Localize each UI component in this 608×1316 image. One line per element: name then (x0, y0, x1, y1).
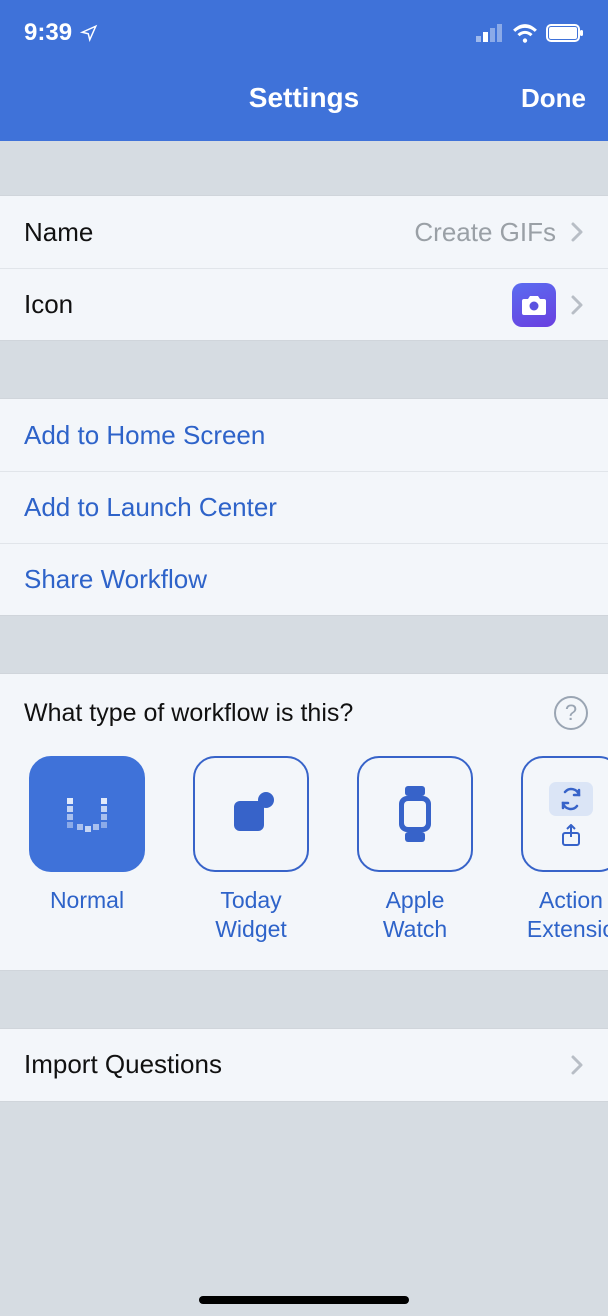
help-icon[interactable]: ? (554, 696, 588, 730)
header: 9:39 Settings Done (0, 0, 608, 141)
tile-normal (29, 756, 145, 872)
apple-watch-icon (391, 784, 439, 844)
location-icon (80, 24, 98, 42)
name-label: Name (24, 217, 93, 248)
cellular-icon (476, 24, 504, 42)
row-label: Add to Home Screen (24, 420, 265, 451)
workflow-type-section: What type of workflow is this? ? Normal (0, 673, 608, 971)
tile-label: Normal (50, 886, 124, 915)
import-group: Import Questions (0, 1028, 608, 1102)
tile-action (521, 756, 608, 872)
row-label: Share Workflow (24, 564, 207, 595)
done-button[interactable]: Done (521, 83, 586, 114)
camera-icon (521, 294, 547, 316)
nav-title: Settings (249, 82, 359, 114)
home-indicator (199, 1296, 409, 1304)
chevron-right-icon (570, 1054, 584, 1076)
status-time: 9:39 (24, 19, 72, 47)
add-launch-center-button[interactable]: Add to Launch Center (0, 471, 608, 543)
today-widget-icon (223, 786, 279, 842)
share-workflow-button[interactable]: Share Workflow (0, 543, 608, 615)
name-row[interactable]: Name Create GIFs (0, 196, 608, 268)
info-group: Name Create GIFs Icon (0, 195, 608, 341)
actions-group: Add to Home Screen Add to Launch Center … (0, 398, 608, 616)
workflow-type-question: What type of workflow is this? (24, 699, 353, 728)
sync-icon (559, 787, 583, 811)
tile-watch (357, 756, 473, 872)
chevron-right-icon (570, 221, 584, 243)
row-label: Add to Launch Center (24, 492, 277, 523)
add-home-screen-button[interactable]: Add to Home Screen (0, 399, 608, 471)
wifi-icon (512, 23, 538, 43)
share-icon (561, 824, 581, 846)
workflow-type-normal[interactable]: Normal (24, 756, 150, 944)
workflow-type-apple-watch[interactable]: Apple Watch (352, 756, 478, 944)
tile-today (193, 756, 309, 872)
status-bar: 9:39 (0, 0, 608, 55)
tile-label: Today Widget (215, 886, 287, 944)
workflow-type-action-extension[interactable]: Action Extensio (516, 756, 608, 944)
name-value: Create GIFs (93, 217, 570, 248)
tile-label: Apple Watch (383, 886, 447, 944)
workflow-type-options: Normal Today Widget Ap (24, 756, 608, 944)
workflow-type-today-widget[interactable]: Today Widget (188, 756, 314, 944)
row-label: Import Questions (24, 1049, 222, 1080)
icon-label: Icon (24, 289, 73, 320)
chevron-right-icon (570, 294, 584, 316)
tile-label: Action Extensio (527, 886, 608, 944)
workflow-icon-preview (512, 283, 556, 327)
icon-row[interactable]: Icon (0, 268, 608, 340)
battery-icon (546, 24, 584, 42)
workflow-glyph-icon (57, 784, 117, 844)
nav-bar: Settings Done (0, 55, 608, 141)
import-questions-row[interactable]: Import Questions (0, 1029, 608, 1101)
